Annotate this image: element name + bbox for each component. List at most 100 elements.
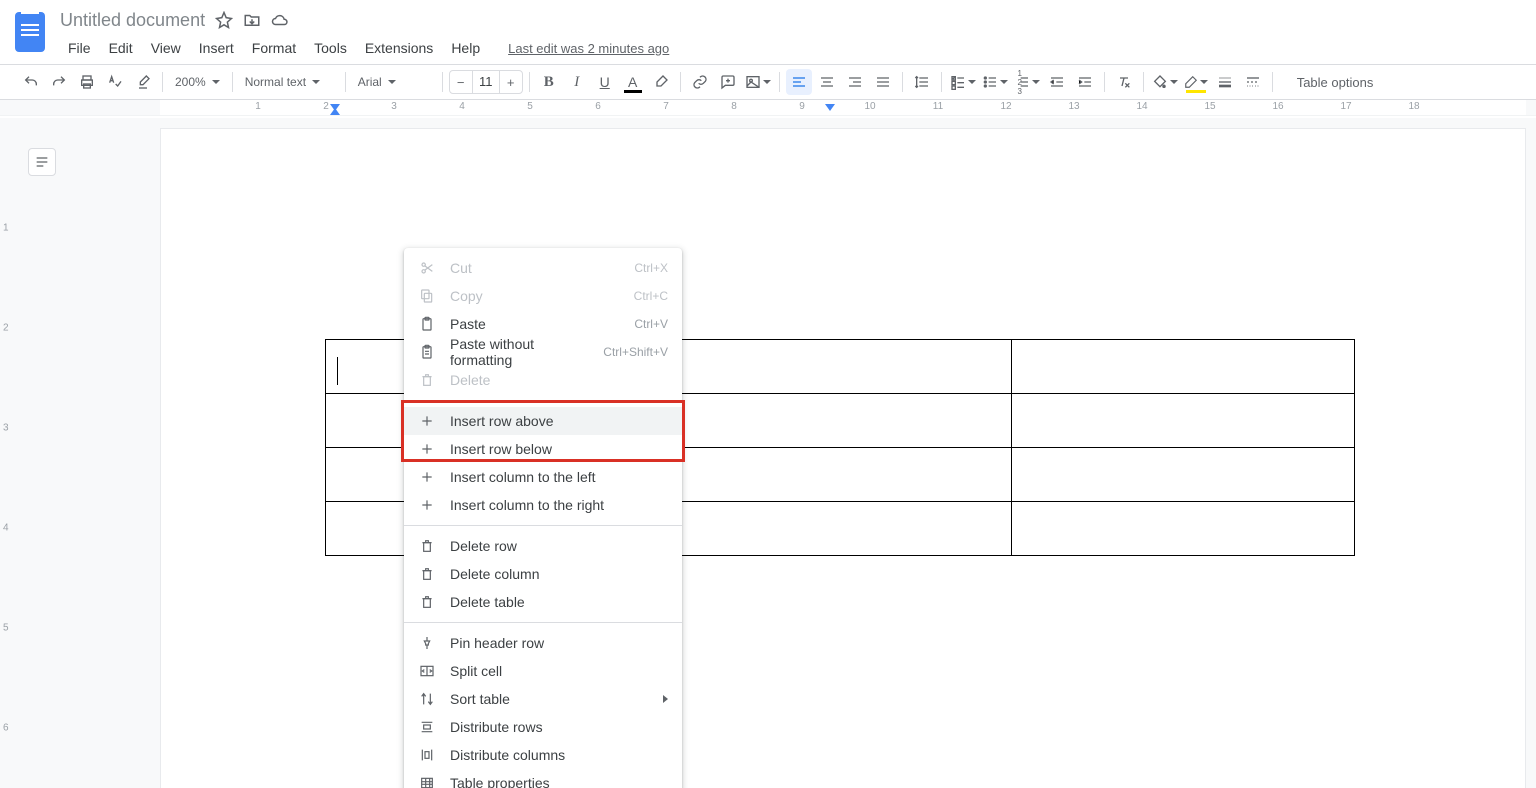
clipboard-icon xyxy=(418,315,436,333)
paint-format-button[interactable] xyxy=(130,69,156,95)
vruler-number: 1 xyxy=(3,223,9,234)
numbered-list-button[interactable]: 123 xyxy=(1012,69,1042,95)
align-right-button[interactable] xyxy=(842,69,868,95)
table-cell[interactable] xyxy=(669,340,1012,394)
vertical-ruler[interactable]: 1234567 xyxy=(0,118,18,788)
add-comment-button[interactable] xyxy=(715,69,741,95)
menu-item-del-row[interactable]: Delete row xyxy=(404,532,682,560)
font-select[interactable]: Arial xyxy=(352,70,436,94)
menu-item-del-table[interactable]: Delete table xyxy=(404,588,682,616)
table-cell[interactable] xyxy=(1012,394,1355,448)
table-cell[interactable] xyxy=(669,394,1012,448)
decrease-indent-button[interactable] xyxy=(1044,69,1070,95)
document-title[interactable]: Untitled document xyxy=(60,10,205,31)
bold-button[interactable]: B xyxy=(536,69,562,95)
menu-extensions[interactable]: Extensions xyxy=(357,36,441,60)
ruler-number: 1 xyxy=(255,101,261,112)
fill-color-button[interactable] xyxy=(1150,69,1180,95)
indent-marker-icon[interactable] xyxy=(330,108,340,115)
menu-insert[interactable]: Insert xyxy=(191,36,242,60)
menu-item-dist-cols[interactable]: Distribute columns xyxy=(404,741,682,769)
menu-file[interactable]: File xyxy=(60,36,99,60)
menu-edit[interactable]: Edit xyxy=(101,36,141,60)
star-icon[interactable] xyxy=(215,11,233,29)
print-button[interactable] xyxy=(74,69,100,95)
table-options-button[interactable]: Table options xyxy=(1287,71,1384,94)
table-cell[interactable] xyxy=(669,502,1012,556)
insert-image-button[interactable] xyxy=(743,69,773,95)
copy-icon xyxy=(418,287,436,305)
table-cell[interactable] xyxy=(1012,340,1355,394)
menu-item-del-col[interactable]: Delete column xyxy=(404,560,682,588)
menu-item-col-right[interactable]: Insert column to the right xyxy=(404,491,682,519)
menu-item-split-cell[interactable]: Split cell xyxy=(404,657,682,685)
menu-item-label: Table properties xyxy=(450,775,668,788)
ruler-number: 12 xyxy=(1000,101,1011,112)
zoom-select[interactable]: 200% xyxy=(169,70,226,94)
indent-marker-icon[interactable] xyxy=(825,104,835,111)
menu-item-sort-table[interactable]: Sort table xyxy=(404,685,682,713)
menu-item-table-props[interactable]: Table properties xyxy=(404,769,682,788)
table-cell[interactable] xyxy=(1012,502,1355,556)
scissors-icon xyxy=(418,259,436,277)
clear-formatting-button[interactable] xyxy=(1111,69,1137,95)
menu-item-label: Distribute columns xyxy=(450,747,668,763)
align-justify-button[interactable] xyxy=(870,69,896,95)
menu-view[interactable]: View xyxy=(143,36,189,60)
menu-item-accel: Ctrl+V xyxy=(634,317,668,331)
spellcheck-button[interactable] xyxy=(102,69,128,95)
vruler-number: 3 xyxy=(3,423,9,434)
align-left-button[interactable] xyxy=(786,69,812,95)
document-outline-button[interactable] xyxy=(28,148,56,176)
move-icon[interactable] xyxy=(243,11,261,29)
ruler-page-region xyxy=(160,100,1526,115)
menu-tools[interactable]: Tools xyxy=(306,36,355,60)
insert-link-button[interactable] xyxy=(687,69,713,95)
menu-item-dist-rows[interactable]: Distribute rows xyxy=(404,713,682,741)
table-cell[interactable] xyxy=(1012,448,1355,502)
toolbar-separator xyxy=(232,72,233,92)
border-style-button[interactable] xyxy=(1240,69,1266,95)
undo-button[interactable] xyxy=(18,69,44,95)
redo-button[interactable] xyxy=(46,69,72,95)
line-spacing-button[interactable] xyxy=(909,69,935,95)
border-color-button[interactable] xyxy=(1182,69,1210,95)
font-size-input[interactable]: 11 xyxy=(472,71,500,93)
underline-button[interactable]: U xyxy=(592,69,618,95)
menu-item-row-above[interactable]: Insert row above xyxy=(404,407,682,435)
align-center-button[interactable] xyxy=(814,69,840,95)
checklist-button[interactable] xyxy=(948,69,978,95)
ruler-number: 3 xyxy=(391,101,397,112)
horizontal-ruler[interactable]: 123456789101112131415161718 xyxy=(0,100,1536,116)
document-page[interactable] xyxy=(160,128,1526,788)
style-value: Normal text xyxy=(245,75,306,89)
bulleted-list-button[interactable] xyxy=(980,69,1010,95)
ruler-number: 16 xyxy=(1272,101,1283,112)
toolbar-separator xyxy=(1104,72,1105,92)
cloud-status-icon[interactable] xyxy=(271,11,289,29)
italic-button[interactable]: I xyxy=(564,69,590,95)
plus-icon xyxy=(418,496,436,514)
paragraph-style-select[interactable]: Normal text xyxy=(239,70,339,94)
menu-item-paste[interactable]: PasteCtrl+V xyxy=(404,310,682,338)
menu-help[interactable]: Help xyxy=(443,36,488,60)
context-menu: CutCtrl+XCopyCtrl+CPasteCtrl+VPaste with… xyxy=(404,248,682,788)
menu-item-pin-header[interactable]: Pin header row xyxy=(404,629,682,657)
font-size-increase-button[interactable]: + xyxy=(500,71,522,93)
border-width-button[interactable] xyxy=(1212,69,1238,95)
dist-cols-icon xyxy=(418,746,436,764)
increase-indent-button[interactable] xyxy=(1072,69,1098,95)
last-edit-link[interactable]: Last edit was 2 minutes ago xyxy=(508,41,669,56)
menu-item-paste-no-fmt[interactable]: Paste without formattingCtrl+Shift+V xyxy=(404,338,682,366)
text-color-button[interactable]: A xyxy=(620,69,646,95)
menu-format[interactable]: Format xyxy=(244,36,304,60)
ruler-number: 7 xyxy=(663,101,669,112)
toolbar-separator xyxy=(779,72,780,92)
font-size-decrease-button[interactable]: − xyxy=(450,71,472,93)
menu-item-row-below[interactable]: Insert row below xyxy=(404,435,682,463)
table-cell[interactable] xyxy=(669,448,1012,502)
docs-logo-icon[interactable] xyxy=(15,12,45,52)
chevron-down-icon xyxy=(312,80,320,84)
menu-item-col-left[interactable]: Insert column to the left xyxy=(404,463,682,491)
highlight-color-button[interactable] xyxy=(648,69,674,95)
